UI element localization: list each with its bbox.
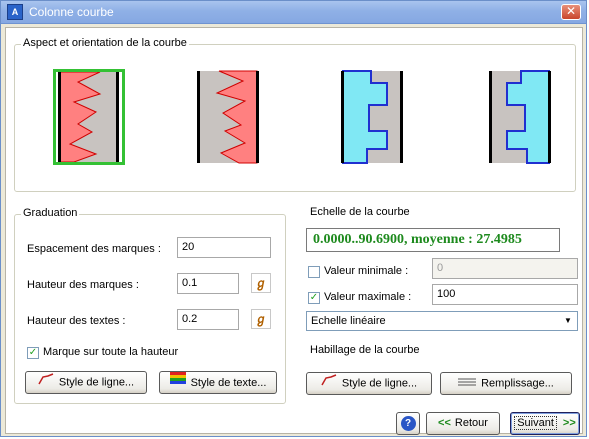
mark-height-calc-button[interactable]: ℊ	[251, 273, 271, 293]
min-value-input[interactable]: 0	[432, 258, 578, 279]
aspect-group-legend: Aspect et orientation de la courbe	[21, 37, 189, 49]
scale-group-legend: Echelle de la courbe	[308, 206, 412, 218]
full-height-label: Marque sur toute la hauteur	[43, 346, 179, 358]
mark-height-label: Hauteur des marques :	[27, 279, 139, 291]
help-button[interactable]: ?	[396, 412, 420, 435]
scale-type-value: Echelle linéaire	[311, 315, 386, 327]
scale-type-select[interactable]: Echelle linéaire ▼	[306, 311, 578, 331]
red-curve-left-icon	[197, 70, 259, 164]
min-value-label: Valeur minimale :	[324, 265, 409, 277]
aspect-option-blue-left[interactable]	[337, 69, 409, 165]
calculator-icon: ℊ	[254, 312, 267, 326]
fill-pattern-icon	[458, 373, 477, 394]
red-curve-right-icon	[58, 71, 119, 163]
dialog-window: A Colonne courbe ✕ Aspect et orientation…	[0, 0, 587, 437]
graduation-text-style-button[interactable]: Style de texte...	[159, 371, 277, 394]
graduation-group: Graduation Espacement des marques : 20 H…	[14, 207, 286, 404]
range-display: 0.0000..90.6900, moyenne : 27.4985	[306, 228, 560, 252]
back-arrows-icon: <<	[438, 417, 451, 429]
mark-height-input[interactable]: 0.1	[177, 273, 239, 294]
dressing-line-style-label: Style de ligne...	[341, 377, 418, 390]
max-value-label: Valeur maximale :	[324, 291, 412, 303]
text-height-input[interactable]: 0.2	[177, 309, 239, 330]
line-style-icon	[321, 373, 337, 394]
aspect-group: Aspect et orientation de la courbe	[14, 37, 576, 192]
window-title: Colonne courbe	[29, 5, 114, 19]
graduation-text-style-label: Style de texte...	[190, 376, 267, 389]
help-icon: ?	[400, 416, 416, 431]
max-value-input[interactable]: 100	[432, 284, 578, 305]
next-arrows-icon: >>	[562, 417, 576, 429]
line-style-icon	[38, 372, 54, 393]
next-button[interactable]: Suivant >>	[510, 412, 580, 435]
full-height-checkbox[interactable]: ✓	[27, 347, 39, 359]
aspect-option-red-left[interactable]	[193, 69, 265, 165]
blue-step-right-icon	[489, 70, 551, 164]
close-button[interactable]: ✕	[561, 4, 581, 20]
spacing-label: Espacement des marques :	[27, 243, 161, 255]
min-value-checkbox[interactable]	[308, 266, 320, 278]
dressing-group: Habillage de la courbe Style de ligne...…	[298, 344, 576, 404]
back-button-label: Retour	[454, 417, 488, 429]
chevron-down-icon: ▼	[564, 316, 572, 325]
text-style-icon	[169, 372, 186, 394]
text-height-calc-button[interactable]: ℊ	[251, 309, 271, 329]
spacing-input[interactable]: 20	[177, 237, 271, 258]
scale-group: Echelle de la courbe 0.0000..90.6900, mo…	[298, 206, 578, 332]
aspect-option-red-right[interactable]	[53, 69, 125, 165]
aspect-option-blue-right[interactable]	[485, 69, 557, 165]
next-button-label: Suivant	[514, 416, 557, 430]
graduation-line-style-button[interactable]: Style de ligne...	[25, 371, 147, 394]
calculator-icon: ℊ	[254, 276, 267, 290]
title-bar: A Colonne courbe ✕	[1, 1, 586, 24]
max-value-checkbox[interactable]: ✓	[308, 292, 320, 304]
graduation-line-style-label: Style de ligne...	[58, 376, 135, 389]
text-height-label: Hauteur des textes :	[27, 315, 126, 327]
dialog-body: Aspect et orientation de la courbe Gradu…	[5, 27, 583, 435]
back-button[interactable]: << Retour	[426, 412, 500, 435]
dressing-line-style-button[interactable]: Style de ligne...	[306, 372, 432, 395]
graduation-group-legend: Graduation	[21, 207, 80, 219]
fill-button[interactable]: Remplissage...	[440, 372, 572, 395]
app-icon: A	[7, 4, 23, 20]
dressing-group-legend: Habillage de la courbe	[308, 344, 422, 356]
fill-button-label: Remplissage...	[481, 377, 554, 390]
blue-step-left-icon	[341, 70, 403, 164]
